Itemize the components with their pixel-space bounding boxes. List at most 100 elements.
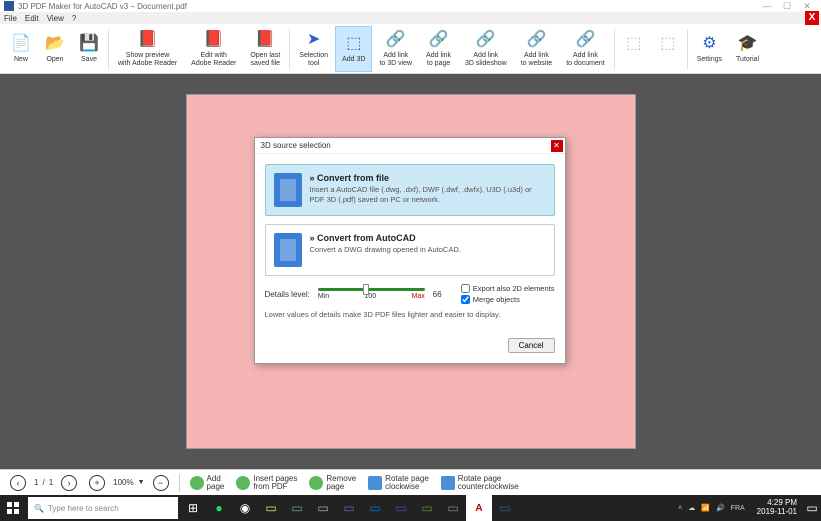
chevron-right-icon: › [61, 475, 77, 491]
taskbar-app-explorer[interactable]: ▭ [258, 495, 284, 521]
addlink-page-button[interactable]: 🔗Add linkto page [419, 26, 458, 72]
zoom-in-button[interactable]: + [85, 473, 109, 493]
taskbar-app-chrome[interactable]: ◉ [232, 495, 258, 521]
open-last-icon: 📕 [255, 30, 275, 50]
window-title: 3D PDF Maker for AutoCAD v3 – Document.p… [18, 2, 187, 11]
search-placeholder: Type here to search [48, 504, 119, 513]
preview-button[interactable]: 📕Show previewwith Adobe Reader [111, 26, 184, 72]
menu-help[interactable]: ? [72, 14, 76, 23]
export-2d-checkbox[interactable]: Export also 2D elements [461, 284, 555, 293]
details-slider[interactable]: Min 100 Max [318, 288, 425, 300]
slider-min-label: Min [318, 293, 329, 300]
link-icon: 🔗 [575, 30, 595, 50]
option-description: Insert a AutoCAD file (.dwg, .dxf), DWF … [310, 185, 546, 205]
slider-max-label: Max [412, 293, 425, 300]
open-button[interactable]: 📂Open [38, 26, 72, 72]
add-3d-button[interactable]: ⬚Add 3D [335, 26, 372, 72]
rotate-ccw-icon [441, 476, 455, 490]
maximize-button[interactable]: ☐ [777, 1, 797, 12]
option-title: Convert from AutoCAD [310, 233, 546, 243]
save-button[interactable]: 💾Save [72, 26, 106, 72]
system-tray[interactable]: ˄ ☁ 📶 🔊 FRA [672, 504, 751, 512]
menu-file[interactable]: File [4, 14, 17, 23]
addlink-document-button[interactable]: 🔗Add linkto document [559, 26, 612, 72]
taskbar-app-mail[interactable]: ▭ [310, 495, 336, 521]
minimize-button[interactable]: — [757, 1, 777, 11]
menu-edit[interactable]: Edit [25, 14, 39, 23]
clock-date: 2019-11-01 [757, 508, 797, 517]
link-icon: 🔗 [386, 30, 406, 50]
disabled-button-1: ⬚ [617, 26, 651, 72]
addlink-website-button[interactable]: 🔗Add linkto website [514, 26, 560, 72]
taskbar-app-3dpdf[interactable]: ▭ [492, 495, 518, 521]
rotate-ccw-button[interactable]: Rotate pagecounterclockwise [437, 475, 523, 491]
rotate-cw-button[interactable]: Rotate pageclockwise [364, 475, 433, 491]
taskbar-app-vs[interactable]: ▭ [414, 495, 440, 521]
zoom-level: 100% [113, 478, 133, 487]
openlast-button[interactable]: 📕Open lastsaved file [243, 26, 287, 72]
edit-icon: 📕 [204, 30, 224, 50]
option-title: Convert from file [310, 173, 546, 183]
addlink-slideshow-button[interactable]: 🔗Add link3D slideshow [458, 26, 514, 72]
folder-open-icon: 📂 [45, 34, 65, 54]
tray-volume-icon[interactable]: 🔊 [716, 504, 725, 512]
dialog-close-button[interactable]: ✕ [551, 140, 563, 152]
notifications-button[interactable]: ▭ [803, 495, 821, 521]
cube-icon: ⬚ [344, 34, 364, 54]
add-page-button[interactable]: Addpage [186, 475, 229, 491]
preview-icon: 📕 [138, 30, 158, 50]
insert-pages-button[interactable]: Insert pagesfrom PDF [232, 475, 301, 491]
app-icon [4, 1, 14, 11]
zoom-out-button[interactable]: − [149, 473, 173, 493]
tutorial-icon: 🎓 [738, 34, 758, 54]
page-sep: / [42, 478, 44, 487]
taskbar-app-edge[interactable]: ▭ [362, 495, 388, 521]
convert-from-file-option[interactable]: Convert from file Insert a AutoCAD file … [265, 164, 555, 216]
task-view-button[interactable]: ⊞ [180, 495, 206, 521]
selection-tool-button[interactable]: ➤Selectiontool [292, 26, 335, 72]
next-page-button[interactable]: › [57, 473, 81, 493]
start-button[interactable] [0, 495, 26, 521]
save-icon: 💾 [79, 34, 99, 54]
slider-thumb[interactable] [363, 284, 369, 295]
zoom-dropdown-icon[interactable]: ▼ [138, 479, 145, 486]
convert-from-autocad-option[interactable]: Convert from AutoCAD Convert a DWG drawi… [265, 224, 555, 276]
new-file-icon: 📄 [11, 34, 31, 54]
autocad-icon [274, 233, 302, 267]
tray-cloud-icon[interactable]: ☁ [688, 504, 695, 512]
prev-page-button[interactable]: ‹ [6, 473, 30, 493]
menu-view[interactable]: View [47, 14, 64, 23]
taskbar-app-whatsapp[interactable]: ● [206, 495, 232, 521]
taskbar-app-generic[interactable]: ▭ [440, 495, 466, 521]
windows-icon [7, 502, 19, 514]
taskbar-clock[interactable]: 4:29 PM 2019-11-01 [751, 499, 803, 517]
details-hint: Lower values of details make 3D PDF file… [265, 310, 555, 319]
cancel-button[interactable]: Cancel [508, 338, 555, 353]
windows-taskbar: 🔍 Type here to search ⊞ ● ◉ ▭ ▭ ▭ ▭ ▭ ▭ … [0, 495, 821, 521]
disabled-button-2: ⬚ [651, 26, 685, 72]
remove-page-button[interactable]: Removepage [305, 475, 360, 491]
settings-button[interactable]: ⚙Settings [690, 26, 729, 72]
pdf-page: 3D source selection ✕ Convert from file … [186, 94, 636, 449]
bottom-toolbar: ‹ 1 / 1 › + 100% ▼ − Addpage Insert page… [0, 469, 821, 495]
merge-objects-checkbox[interactable]: Merge objects [461, 295, 555, 304]
tutorial-button[interactable]: 🎓Tutorial [729, 26, 766, 72]
editwith-button[interactable]: 📕Edit withAdobe Reader [184, 26, 243, 72]
page-total: 1 [49, 478, 53, 487]
taskbar-app-word[interactable]: ▭ [388, 495, 414, 521]
taskbar-app-store[interactable]: ▭ [284, 495, 310, 521]
document-close-icon[interactable]: X [805, 11, 819, 25]
cursor-icon: ➤ [304, 30, 324, 50]
taskbar-app-teams[interactable]: ▭ [336, 495, 362, 521]
cube-disabled-icon: ⬚ [658, 34, 678, 54]
details-label: Details level: [265, 290, 310, 299]
tray-chevron-icon[interactable]: ˄ [678, 505, 682, 512]
new-button[interactable]: 📄New [4, 26, 38, 72]
document-area: 3D source selection ✕ Convert from file … [0, 74, 821, 469]
taskbar-search[interactable]: 🔍 Type here to search [28, 497, 178, 519]
tray-network-icon[interactable]: 📶 [701, 504, 710, 512]
tray-language[interactable]: FRA [731, 505, 745, 512]
addlink-3dview-button[interactable]: 🔗Add linkto 3D view [372, 26, 419, 72]
close-button[interactable]: ✕ [797, 1, 817, 12]
taskbar-app-autocad[interactable]: A [466, 495, 492, 521]
